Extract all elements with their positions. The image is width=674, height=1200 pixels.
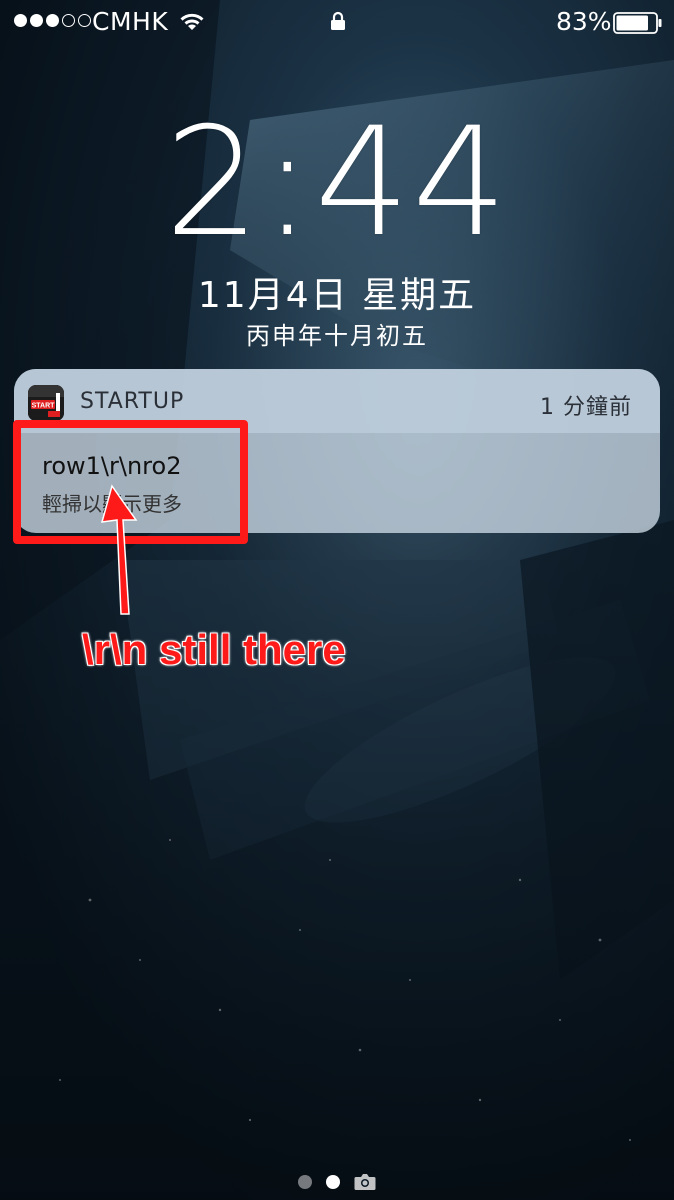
battery-icon	[613, 12, 662, 34]
signal-dot	[46, 14, 59, 27]
lock-screen-time: 2:44	[164, 96, 510, 270]
page-dot[interactable]	[298, 1175, 312, 1189]
lock-icon	[331, 11, 345, 30]
carrier-name: CMHK	[92, 7, 169, 36]
camera-icon[interactable]	[354, 1173, 376, 1191]
signal-strength-indicator	[14, 14, 91, 27]
signal-dot	[30, 14, 43, 27]
signal-dot	[62, 14, 75, 27]
signal-dot	[14, 14, 27, 27]
signal-dot	[78, 14, 91, 27]
status-bar: CMHK 83%	[0, 0, 674, 44]
page-dot-active[interactable]	[326, 1175, 340, 1189]
notification-timestamp: 1 分鐘前	[540, 395, 632, 420]
svg-text:START: START	[32, 403, 56, 410]
annotation-label: \r\n still there	[82, 626, 346, 673]
lunar-date: 丙申年十月初五	[246, 322, 428, 350]
wifi-icon	[180, 13, 204, 30]
page-indicator	[0, 1173, 674, 1191]
lock-screen-date: 11月4日 星期五	[197, 275, 477, 316]
battery-percentage: 83%	[556, 7, 612, 36]
annotation-highlight-box	[13, 420, 248, 544]
startup-app-icon: START	[28, 385, 64, 421]
notification-app-name: STARTUP	[80, 389, 185, 414]
